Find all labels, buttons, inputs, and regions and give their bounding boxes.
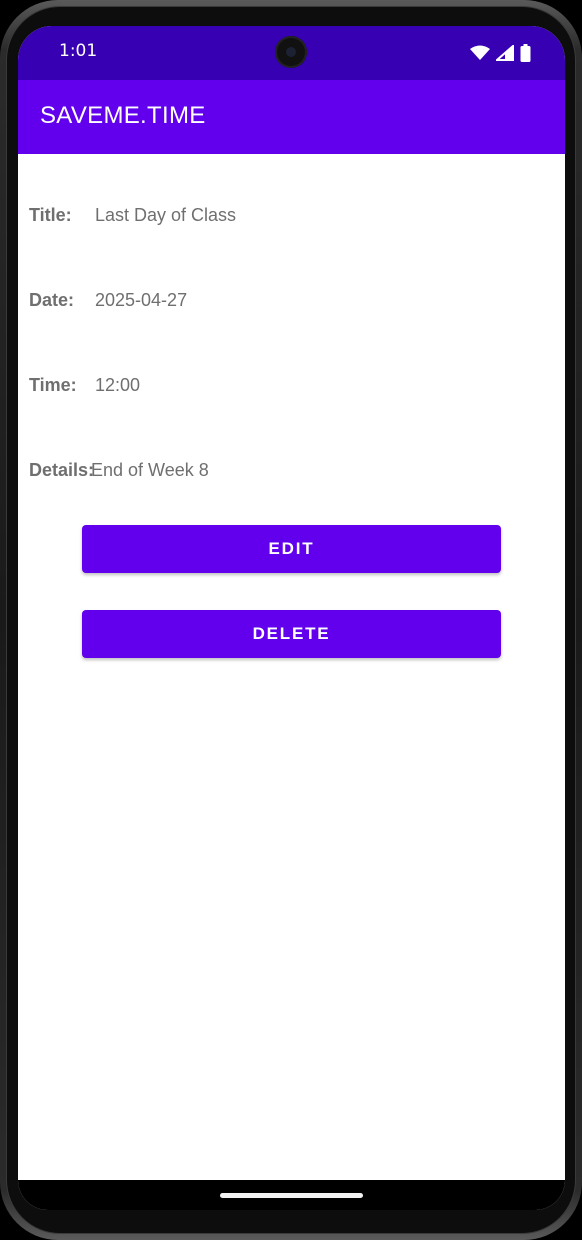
- app-bar: SAVEME.TIME: [18, 80, 565, 154]
- navigation-bar: [18, 1180, 565, 1210]
- status-bar: 1:01: [18, 26, 565, 80]
- title-value: Last Day of Class: [95, 205, 237, 225]
- time-row: Time: 12:00: [29, 375, 549, 405]
- home-gesture-handle[interactable]: [220, 1193, 363, 1198]
- date-label: Date:: [29, 290, 75, 310]
- time-label: Time:: [29, 375, 77, 395]
- details-value: End of Week 8: [91, 460, 209, 480]
- front-camera: [275, 36, 307, 68]
- date-value: 2025-04-27: [95, 290, 188, 310]
- details-row: Details: End of Week 8: [29, 460, 549, 490]
- device-frame: 1:01 SAVEME.TIME Title: Last Day of Clas…: [0, 0, 582, 1240]
- status-time: 1:01: [59, 41, 98, 61]
- wifi-icon: [470, 45, 490, 60]
- time-value: 12:00: [95, 375, 141, 395]
- cell-signal-icon: [496, 45, 514, 61]
- delete-button[interactable]: DELETE: [82, 610, 501, 658]
- details-label: Details:: [29, 460, 95, 480]
- app-title: SAVEME.TIME: [40, 102, 206, 129]
- date-row: Date: 2025-04-27: [29, 290, 549, 320]
- status-icons: [470, 43, 531, 63]
- title-label: Title:: [29, 205, 72, 225]
- battery-icon: [520, 44, 531, 62]
- title-row: Title: Last Day of Class: [29, 205, 549, 235]
- screen: 1:01 SAVEME.TIME Title: Last Day of Clas…: [18, 26, 565, 1210]
- edit-button[interactable]: EDIT: [82, 525, 501, 573]
